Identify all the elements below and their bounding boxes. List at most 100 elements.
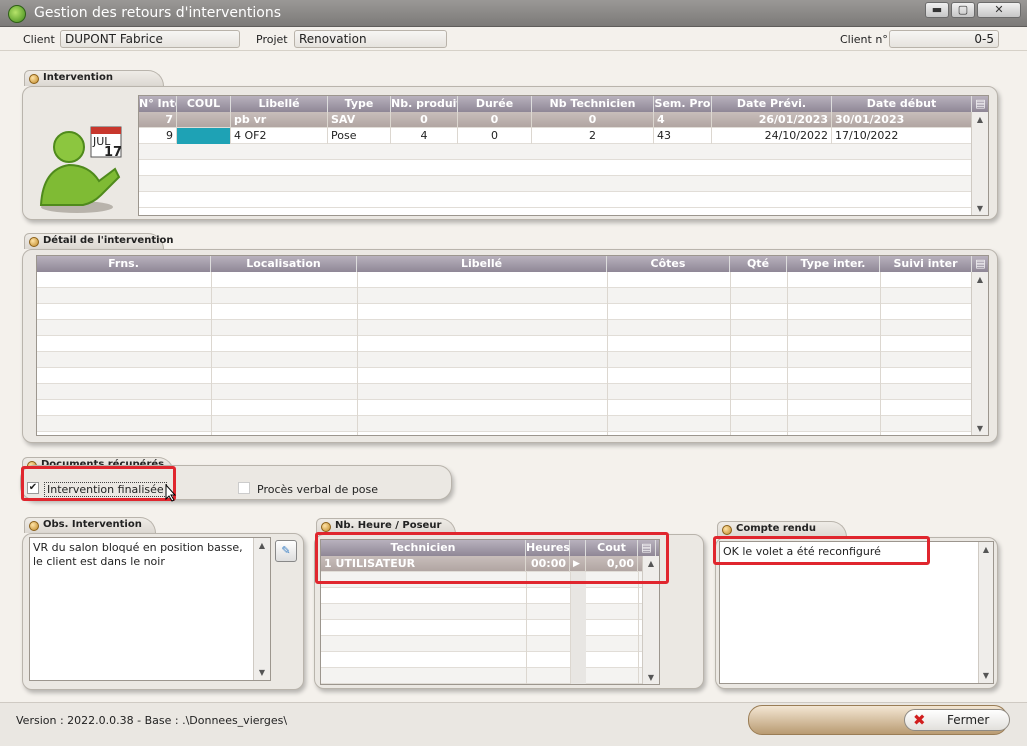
col-libelle[interactable]: Libellé [231,96,328,112]
scroll-down-icon[interactable]: ▼ [972,421,988,435]
col-type-inter[interactable]: Type inter. [787,256,880,272]
table-row[interactable]: 9 4 OF2 Pose 4 0 2 43 24/10/2022 17/10/2… [139,128,988,144]
client-no-label: Client n° [840,33,888,46]
compte-rendu-panel-tab: Compte rendu [717,521,847,537]
intervention-scrollbar[interactable]: ▲ ▼ [971,112,988,215]
table-row[interactable] [37,288,988,304]
table-row[interactable] [321,636,659,652]
table-row[interactable] [37,352,988,368]
table-row[interactable] [321,620,659,636]
cell-sem-pro: 43 [654,128,712,144]
col-type[interactable]: Type [328,96,391,112]
col-date-debut[interactable]: Date début [832,96,972,112]
compte-rendu-panel-title: Compte rendu [736,523,816,534]
table-row[interactable] [37,320,988,336]
col-frns[interactable]: Frns. [37,256,211,272]
heures-panel-title: Nb. Heure / Poseur [335,520,442,531]
scroll-down-icon[interactable]: ▼ [972,201,988,215]
spell-check-icon[interactable]: ✎ [275,540,297,562]
close-x-icon: ✖ [913,711,926,729]
client-no-field[interactable]: 0-5 [889,30,999,48]
scroll-up-icon[interactable]: ▲ [972,272,988,287]
table-row[interactable] [321,588,659,604]
table-row[interactable] [37,416,988,432]
maximize-button[interactable]: ▢ [951,2,975,18]
scroll-up-icon[interactable]: ▲ [979,542,993,557]
col-date-previ[interactable]: Date Prévi. [712,96,832,112]
client-field[interactable]: DUPONT Fabrice [60,30,240,48]
scroll-up-icon[interactable]: ▲ [254,538,270,553]
intervention-table-header: N° Inte COUL Libellé Type Nb. produits D… [139,96,988,112]
table-row[interactable] [139,144,988,160]
col-nb-produits[interactable]: Nb. produits [391,96,458,112]
compte-rendu-scrollbar[interactable]: ▲ ▼ [978,542,993,683]
col-no[interactable]: N° Inte [139,96,177,112]
obs-panel-tab: Obs. Intervention [24,517,156,533]
detail-scrollbar[interactable]: ▲ ▼ [971,272,988,435]
table-row[interactable] [139,176,988,192]
cell-coul-color [177,128,231,144]
title-bar: Gestion des retours d'interventions ▬ ▢ … [0,0,1027,27]
col-localisation[interactable]: Localisation [211,256,357,272]
scroll-down-icon[interactable]: ▼ [643,670,659,684]
cell-libelle: 4 OF2 [231,128,328,144]
column-picker-icon[interactable]: ▤ [972,256,988,272]
col-sem-pro[interactable]: Sem. Pro [654,96,712,112]
table-row[interactable] [37,336,988,352]
scroll-up-icon[interactable]: ▲ [972,112,988,127]
projet-field[interactable]: Renovation [294,30,447,48]
col-cotes[interactable]: Côtes [607,256,730,272]
fermer-label: Fermer [947,713,990,727]
cell-date-debut: 30/01/2023 [832,112,972,128]
intervention-panel-tab: Intervention [24,70,164,86]
col-nb-technicien[interactable]: Nb Technicien [532,96,654,112]
col-libelle[interactable]: Libellé [357,256,607,272]
scroll-down-icon[interactable]: ▼ [254,665,270,680]
table-row[interactable] [37,368,988,384]
col-coul[interactable]: COUL [177,96,231,112]
obs-scrollbar[interactable]: ▲ ▼ [253,538,270,680]
minimize-button[interactable]: ▬ [925,2,949,18]
panel-bullet-icon [722,525,732,535]
table-row[interactable] [37,272,988,288]
cell-date-previ: 24/10/2022 [712,128,832,144]
detail-panel-tab: Détail de l'intervention [24,233,174,249]
fermer-button[interactable]: ✖ Fermer [904,709,1010,731]
technician-calendar-icon: JUL 17 [39,126,122,213]
obs-textarea[interactable]: VR du salon bloqué en position basse, le… [29,537,271,681]
table-row[interactable] [321,668,659,684]
cell-no: 7 [139,112,177,128]
intervention-panel: JUL 17 N° Inte COUL Libellé Type Nb. pro… [22,86,998,220]
panel-bullet-icon [29,237,39,247]
table-row[interactable] [321,652,659,668]
table-row[interactable] [321,604,659,620]
cell-nb-produits: 4 [391,128,458,144]
version-text: Version : 2022.0.0.38 - Base : .\Donnees… [16,714,288,727]
highlight-box [713,536,930,565]
cell-date-debut: 17/10/2022 [832,128,972,144]
table-row[interactable] [37,304,988,320]
column-picker-icon[interactable]: ▤ [972,96,988,112]
highlight-box [315,532,669,584]
intervention-panel-title: Intervention [43,72,113,83]
close-window-button[interactable]: ✕ [977,2,1021,18]
table-row[interactable] [37,384,988,400]
table-row[interactable] [37,400,988,416]
cell-nb-produits: 0 [391,112,458,128]
panel-bullet-icon [321,522,331,532]
proces-verbal-label[interactable]: Procès verbal de pose [257,483,378,496]
proces-verbal-checkbox[interactable] [238,482,250,494]
col-suivi-inter[interactable]: Suivi inter [880,256,972,272]
projet-label: Projet [256,33,288,46]
cell-nb-technicien: 0 [532,112,654,128]
table-row[interactable] [139,192,988,208]
col-duree[interactable]: Durée [458,96,532,112]
panel-bullet-icon [29,74,39,84]
cell-no: 9 [139,128,177,144]
panel-bullet-icon [29,521,39,531]
cell-nb-technicien: 2 [532,128,654,144]
table-row[interactable]: 7 pb vr SAV 0 0 0 4 26/01/2023 30/01/202… [139,112,988,128]
table-row[interactable] [139,160,988,176]
scroll-down-icon[interactable]: ▼ [979,668,993,683]
col-qte[interactable]: Qté [730,256,787,272]
